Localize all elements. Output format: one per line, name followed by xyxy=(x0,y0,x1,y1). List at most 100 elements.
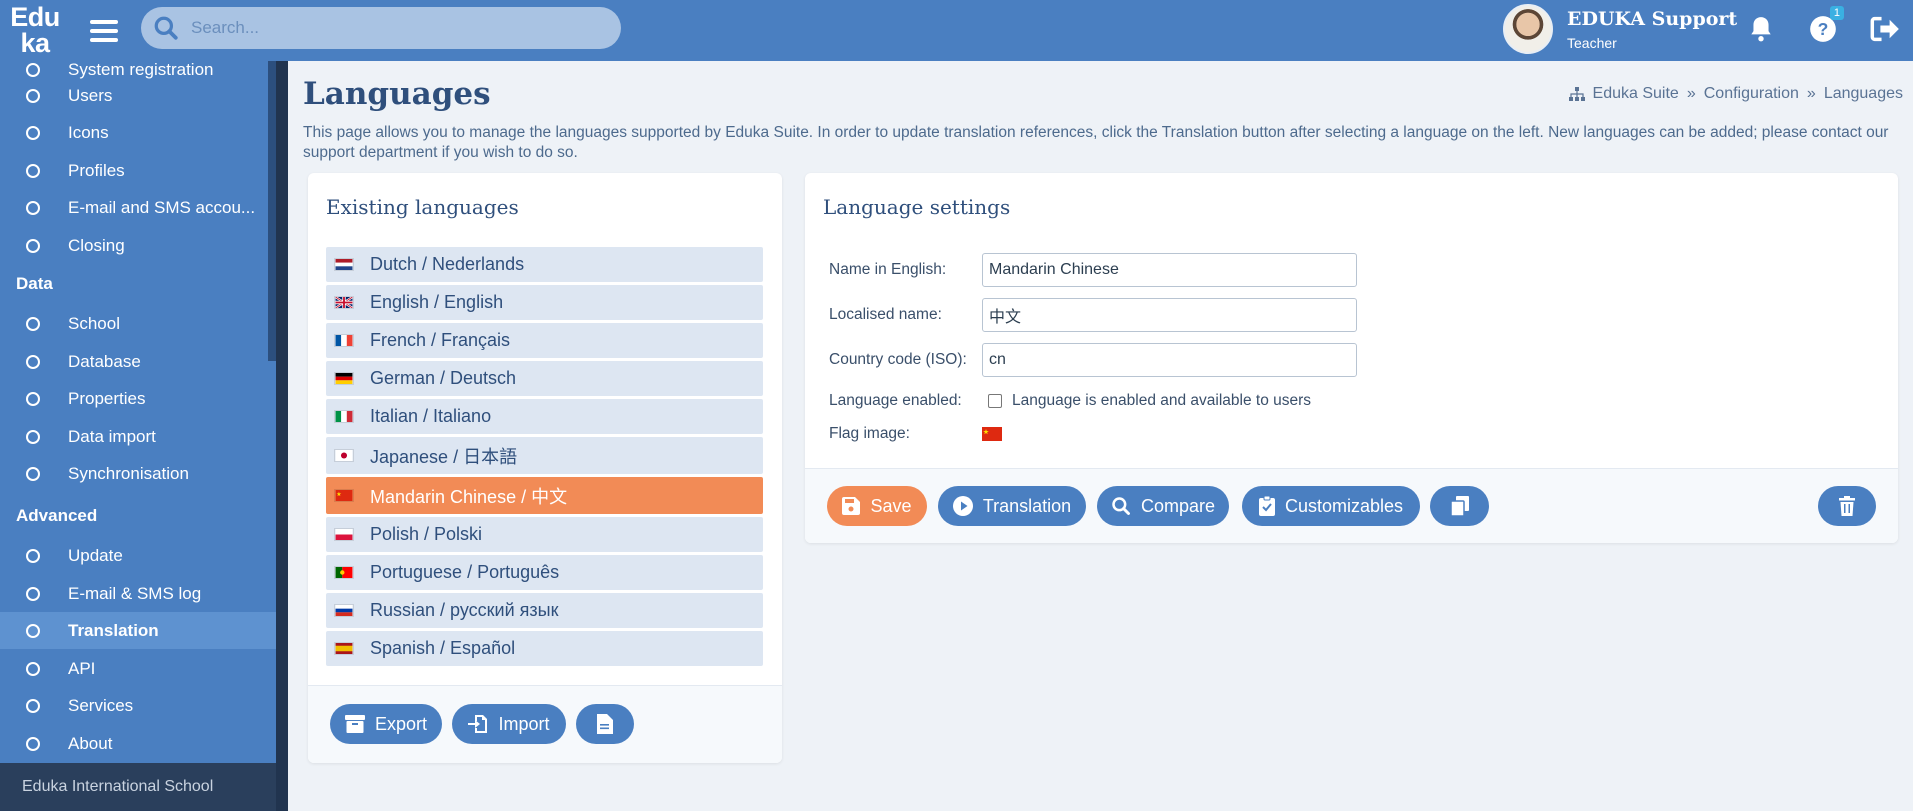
sidebar-item-users[interactable]: Users xyxy=(0,77,276,114)
sidebar-scrollbar[interactable] xyxy=(268,61,276,361)
user-name: EDUKA Support xyxy=(1567,7,1738,30)
existing-languages-title: Existing languages xyxy=(326,195,519,219)
language-item-label: French / Français xyxy=(370,330,511,350)
sidebar-item-email-sms-log[interactable]: E-mail & SMS log xyxy=(0,575,276,612)
flag-image-label: Flag image: xyxy=(829,425,910,442)
sidebar-item-synchronisation[interactable]: Synchronisation xyxy=(0,455,276,492)
language-item-pt[interactable]: Portuguese / Português xyxy=(326,555,763,590)
sidebar-item-services[interactable]: Services xyxy=(0,687,276,724)
copy-button[interactable] xyxy=(1430,486,1489,526)
search-bar[interactable] xyxy=(141,7,621,49)
customizables-button[interactable]: Customizables xyxy=(1242,486,1420,526)
sidebar-item-data-import[interactable]: Data import xyxy=(0,418,276,455)
avatar xyxy=(1503,4,1553,54)
floppy-disk-icon xyxy=(842,497,861,515)
svg-text:?: ? xyxy=(1818,19,1829,39)
language-settings-title: Language settings xyxy=(823,195,1011,219)
existing-languages-panel: Existing languages Dutch / Nederlands Eng… xyxy=(308,173,782,763)
language-item-es[interactable]: Spanish / Español xyxy=(326,631,763,666)
es-flag-icon xyxy=(334,642,354,655)
language-enabled-checkbox[interactable] xyxy=(988,394,1002,408)
menu-toggle-icon[interactable] xyxy=(90,0,122,61)
sidebar-item-closing[interactable]: Closing xyxy=(0,227,276,264)
breadcrumb: Eduka Suite » Configuration » Languages xyxy=(1568,85,1903,103)
language-item-label: Japanese / 日本語 xyxy=(370,446,518,467)
copy-icon xyxy=(1450,496,1469,516)
clipboard-check-icon xyxy=(1258,496,1275,516)
de-flag-icon xyxy=(334,372,354,385)
delete-button[interactable] xyxy=(1818,486,1876,526)
cn-flag-icon xyxy=(334,489,354,502)
language-item-label: Russian / русский язык xyxy=(370,600,559,620)
country-code-label: Country code (ISO): xyxy=(829,351,967,368)
jp-flag-icon xyxy=(334,449,354,462)
eduka-logo[interactable]: Edu ka xyxy=(0,0,70,61)
language-item-label: German / Deutsch xyxy=(370,368,517,388)
it-flag-icon xyxy=(334,410,354,423)
language-item-label: English / English xyxy=(370,292,504,312)
name-english-input[interactable]: Mandarin Chinese xyxy=(982,253,1357,287)
china-flag-icon[interactable] xyxy=(982,427,1002,441)
language-item-label: Spanish / Español xyxy=(370,638,516,658)
breadcrumb-eduka-suite[interactable]: Eduka Suite xyxy=(1593,85,1679,103)
import-button[interactable]: Import xyxy=(452,704,566,744)
export-button[interactable]: Export xyxy=(330,704,442,744)
logout-icon[interactable] xyxy=(1868,12,1902,46)
sidebar-item-school[interactable]: School xyxy=(0,305,276,342)
breadcrumb-configuration[interactable]: Configuration xyxy=(1704,85,1799,103)
sidebar-item-api[interactable]: API xyxy=(0,650,276,687)
sidebar-section-advanced: Advanced xyxy=(16,506,98,525)
compare-button[interactable]: Compare xyxy=(1097,486,1229,526)
language-item-nl[interactable]: Dutch / Nederlands xyxy=(326,247,763,282)
bell-icon[interactable] xyxy=(1744,12,1778,46)
language-item-de[interactable]: German / Deutsch xyxy=(326,361,763,396)
language-list: Dutch / Nederlands English / English Frenc… xyxy=(326,247,763,669)
top-bar: Edu ka EDUKA Support Teacher ? 1 xyxy=(0,0,1913,61)
language-item-label: Mandarin Chinese / 中文 xyxy=(370,486,568,507)
sidebar-item-profiles[interactable]: Profiles xyxy=(0,152,276,189)
sitemap-icon xyxy=(1568,87,1585,101)
sidebar-item-database[interactable]: Database xyxy=(0,343,276,380)
sidebar-item-email-sms-accounts[interactable]: E-mail and SMS accou... xyxy=(0,189,276,226)
language-item-fr[interactable]: French / Français xyxy=(326,323,763,358)
sidebar-item-icons[interactable]: Icons xyxy=(0,114,276,151)
language-item-it[interactable]: Italian / Italiano xyxy=(326,399,763,434)
language-enabled-text: Language is enabled and available to use… xyxy=(1012,392,1312,409)
translation-button[interactable]: Translation xyxy=(938,486,1086,526)
language-item-cn[interactable]: Mandarin Chinese / 中文 xyxy=(326,477,763,514)
pt-flag-icon xyxy=(334,566,354,579)
sidebar-item-translation[interactable]: Translation xyxy=(0,612,276,649)
language-enabled-label: Language enabled: xyxy=(829,392,962,409)
sidebar-footer: Eduka International School xyxy=(0,763,276,811)
language-item-pl[interactable]: Polish / Polski xyxy=(326,517,763,552)
play-circle-icon xyxy=(952,496,973,516)
sidebar-item-about[interactable]: About xyxy=(0,725,276,762)
search-input[interactable] xyxy=(191,18,571,38)
search-icon xyxy=(1112,497,1130,515)
language-item-gb[interactable]: English / English xyxy=(326,285,763,320)
page-title: Languages xyxy=(303,76,491,112)
nl-flag-icon xyxy=(334,258,354,271)
localised-name-label: Localised name: xyxy=(829,306,942,323)
name-english-label: Name in English: xyxy=(829,261,947,278)
language-item-label: Polish / Polski xyxy=(370,524,483,544)
language-item-ru[interactable]: Russian / русский язык xyxy=(326,593,763,628)
ru-flag-icon xyxy=(334,604,354,617)
page-intro: This page allows you to manage the langu… xyxy=(303,124,1889,161)
sidebar-item-update[interactable]: Update xyxy=(0,537,276,574)
fr-flag-icon xyxy=(334,334,354,347)
help-icon[interactable]: ? 1 xyxy=(1806,6,1844,46)
file-import-icon xyxy=(468,715,488,733)
save-button[interactable]: Save xyxy=(827,486,927,526)
sidebar: System registration Users Icons Profiles… xyxy=(0,61,276,811)
country-code-input[interactable]: cn xyxy=(982,343,1357,377)
gb-flag-icon xyxy=(334,296,354,309)
localised-name-input[interactable]: 中文 xyxy=(982,298,1357,332)
sidebar-item-properties[interactable]: Properties xyxy=(0,380,276,417)
language-item-label: Italian / Italiano xyxy=(370,406,492,426)
language-settings-panel: Language settings Name in English: Manda… xyxy=(805,173,1898,543)
user-role: Teacher xyxy=(1567,34,1617,51)
language-item-jp[interactable]: Japanese / 日本語 xyxy=(326,437,763,474)
user-profile[interactable]: EDUKA Support Teacher xyxy=(1503,4,1737,54)
document-button[interactable] xyxy=(576,704,634,744)
